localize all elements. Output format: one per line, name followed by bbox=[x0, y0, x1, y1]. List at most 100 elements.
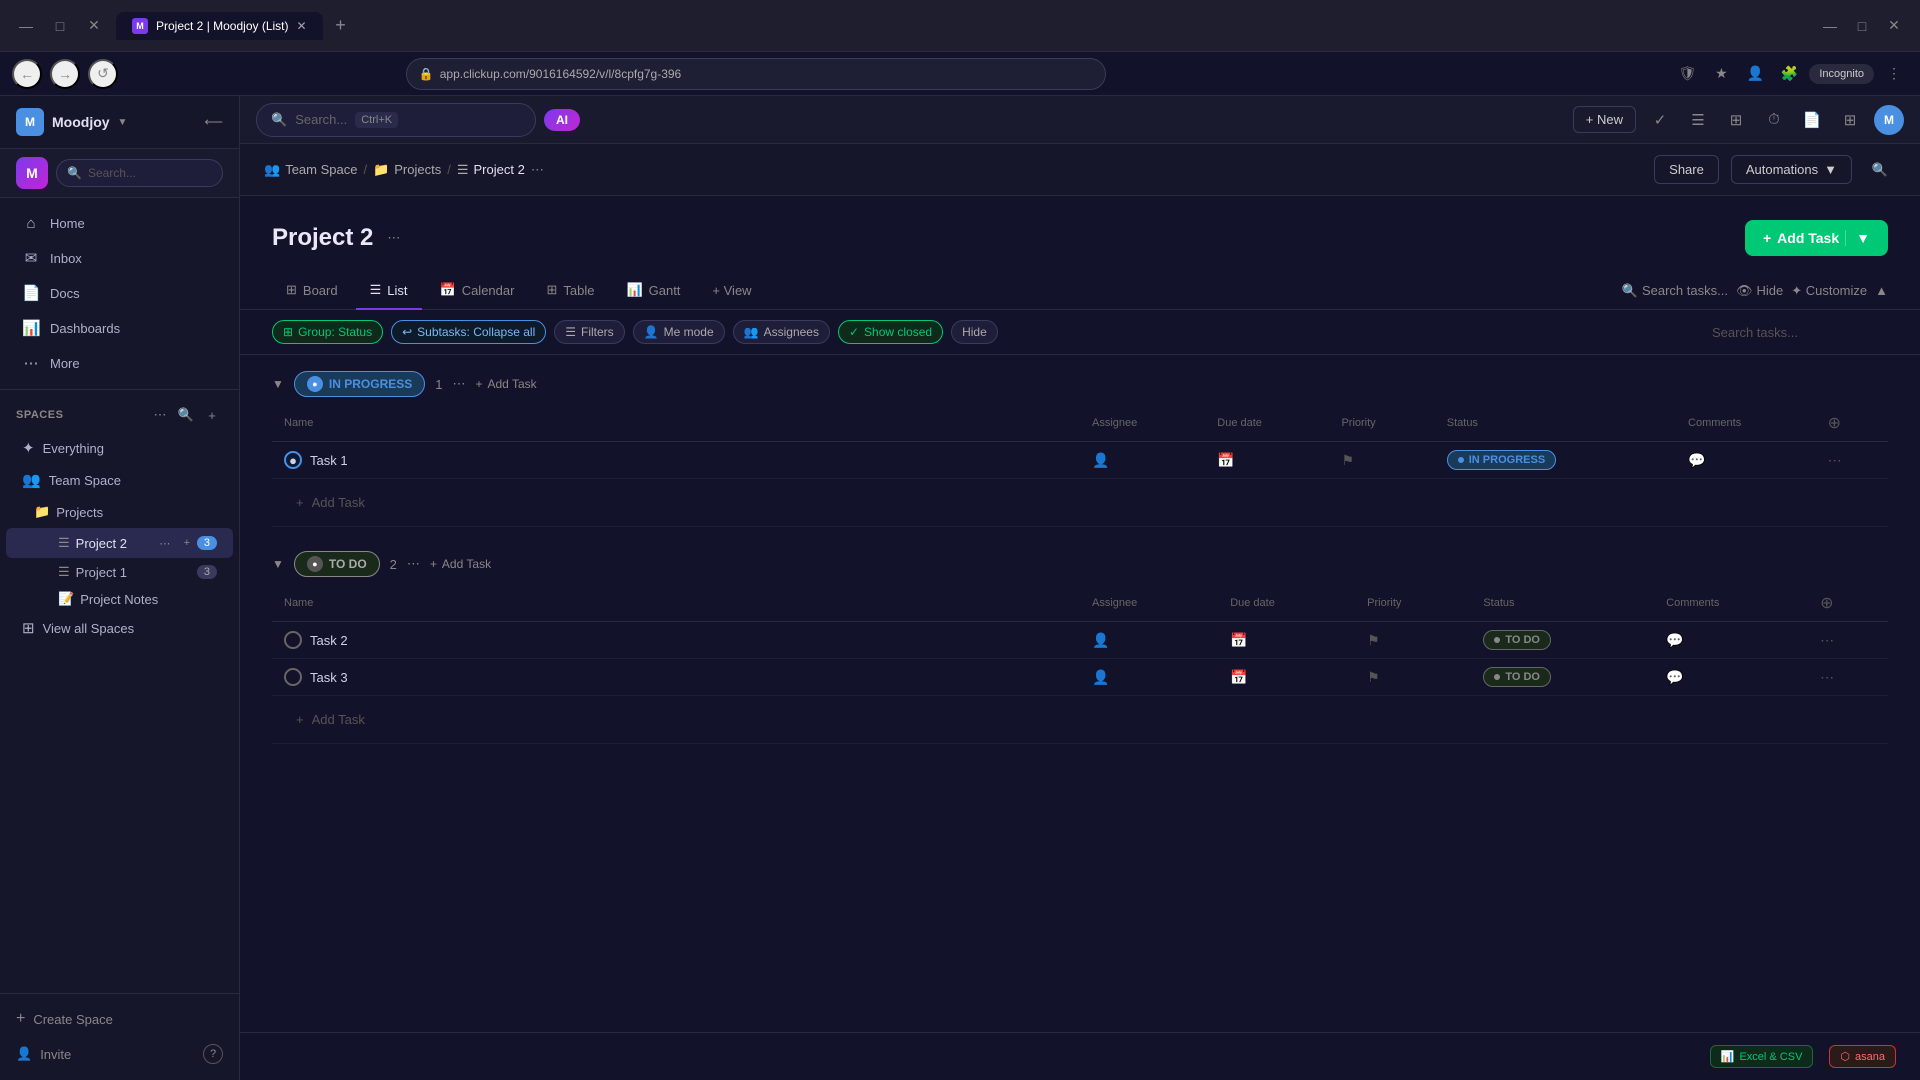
page-menu-button[interactable]: ⋯ bbox=[383, 226, 404, 250]
sidebar-item-inbox[interactable]: ✉ Inbox bbox=[6, 241, 233, 275]
clock-icon[interactable]: ⏱ bbox=[1760, 106, 1788, 134]
sidebar-item-dashboards[interactable]: 📊 Dashboards bbox=[6, 311, 233, 345]
ai-button[interactable]: AI bbox=[544, 109, 580, 131]
me-mode-button[interactable]: 👤 Me mode bbox=[633, 320, 725, 344]
filters-button[interactable]: ☰ Filters bbox=[554, 320, 624, 344]
spaces-add-button[interactable]: + bbox=[201, 404, 223, 426]
menu-icon[interactable]: ⋮ bbox=[1880, 60, 1908, 88]
task2-more-button[interactable]: ⋯ bbox=[1820, 632, 1836, 648]
task2-status-cell[interactable]: TO DO bbox=[1471, 622, 1654, 659]
group-status-filter[interactable]: ⊞ Group: Status bbox=[272, 320, 383, 344]
projects-add-button[interactable]: + bbox=[197, 502, 217, 522]
sidebar-item-home[interactable]: ⌂ Home bbox=[6, 207, 233, 240]
new-button[interactable]: + New bbox=[1573, 106, 1636, 133]
customize-button[interactable]: ✦ Customize bbox=[1791, 283, 1867, 299]
task1-duedate-cell[interactable]: 📅 bbox=[1205, 442, 1329, 479]
grid-icon[interactable]: ⊞ bbox=[1836, 106, 1864, 134]
breadcrumb-project2[interactable]: ☰ Project 2 bbox=[457, 162, 525, 178]
task2-more-cell[interactable]: ⋯ bbox=[1808, 622, 1888, 659]
project2-menu-button[interactable]: ⋯ bbox=[155, 533, 175, 553]
task1-label[interactable]: Task 1 bbox=[310, 453, 348, 468]
add-task-dropdown-button[interactable]: ▼ bbox=[1845, 230, 1870, 246]
task3-priority-icon[interactable]: ⚑ bbox=[1367, 669, 1380, 685]
profile-icon[interactable]: 👤 bbox=[1741, 60, 1769, 88]
search-button[interactable]: 🔍 Search tasks... bbox=[1622, 283, 1728, 299]
tab-gantt[interactable]: 📊 Gantt bbox=[612, 272, 694, 310]
todo-add-task-button[interactable]: + Add Task bbox=[430, 557, 491, 571]
minimize-button[interactable]: — bbox=[12, 12, 40, 40]
create-space-button[interactable]: + Create Space bbox=[0, 1002, 239, 1036]
checkmark-icon[interactable]: ✓ bbox=[1646, 106, 1674, 134]
projects-menu-button[interactable]: ⋯ bbox=[175, 502, 195, 522]
task1-status-badge[interactable]: IN PROGRESS bbox=[1447, 450, 1556, 470]
task1-status-cell[interactable]: IN PROGRESS bbox=[1435, 442, 1676, 479]
sidebar-item-project2[interactable]: ☰ Project 2 ⋯ + 3 bbox=[6, 528, 233, 558]
search-tasks-input[interactable] bbox=[1712, 325, 1888, 340]
task1-assignee-icon[interactable]: 👤 bbox=[1092, 452, 1109, 468]
global-search-bar[interactable]: 🔍 Search... Ctrl+K bbox=[256, 103, 536, 137]
active-tab[interactable]: M Project 2 | Moodjoy (List) ✕ bbox=[116, 12, 323, 40]
tab-list[interactable]: ☰ List bbox=[356, 272, 422, 310]
col-header-add-2[interactable]: ⊕ bbox=[1808, 585, 1888, 622]
tablet-icon[interactable]: ⊞ bbox=[1722, 106, 1750, 134]
task3-status-circle[interactable] bbox=[284, 668, 302, 686]
task3-duedate-icon[interactable]: 📅 bbox=[1230, 669, 1247, 685]
sidebar-item-more[interactable]: ⋯ More bbox=[6, 346, 233, 380]
spaces-search-button[interactable]: 🔍 bbox=[175, 404, 197, 426]
task1-assignee-cell[interactable]: 👤 bbox=[1080, 442, 1205, 479]
share-button[interactable]: Share bbox=[1654, 155, 1719, 184]
task3-duedate-cell[interactable]: 📅 bbox=[1218, 659, 1355, 696]
col-header-add-1[interactable]: ⊕ bbox=[1816, 405, 1888, 442]
subtasks-filter[interactable]: ↩ Subtasks: Collapse all bbox=[391, 320, 546, 344]
task2-assignee-cell[interactable]: 👤 bbox=[1080, 622, 1218, 659]
task3-label[interactable]: Task 3 bbox=[310, 670, 348, 685]
tab-calendar[interactable]: 📅 Calendar bbox=[426, 272, 529, 310]
help-button[interactable]: ? bbox=[203, 1044, 223, 1064]
workspace-selector[interactable]: M Moodjoy ▼ bbox=[16, 108, 127, 136]
todo-badge[interactable]: ● TO DO bbox=[294, 551, 380, 577]
task3-status-badge[interactable]: TO DO bbox=[1483, 667, 1551, 687]
user-avatar[interactable]: M bbox=[1874, 105, 1904, 135]
add-view-button[interactable]: + View bbox=[698, 273, 765, 308]
in-progress-add-task-row-button[interactable]: + Add Task bbox=[284, 487, 1876, 518]
asana-badge[interactable]: ⬡ asana bbox=[1829, 1045, 1896, 1068]
invite-button[interactable]: 👤 Invite ? bbox=[0, 1036, 239, 1072]
sidebar-item-everything[interactable]: ✦ Everything bbox=[6, 433, 233, 463]
file-icon[interactable]: 📄 bbox=[1798, 106, 1826, 134]
in-progress-badge[interactable]: ● IN PROGRESS bbox=[294, 371, 425, 397]
top-bar-search-button[interactable]: 🔍 bbox=[1864, 154, 1896, 186]
incognito-button[interactable]: Incognito bbox=[1809, 64, 1874, 84]
show-closed-button[interactable]: ✓ Show closed bbox=[838, 320, 943, 344]
task1-more-button[interactable]: ⋯ bbox=[1828, 452, 1844, 468]
task1-priority-icon[interactable]: ⚑ bbox=[1341, 452, 1354, 468]
collapse-button[interactable]: ▲ bbox=[1875, 283, 1888, 298]
in-progress-add-task-button[interactable]: + Add Task bbox=[475, 377, 536, 391]
breadcrumb-projects[interactable]: 📁 Projects bbox=[373, 162, 441, 178]
hide-filter-button[interactable]: Hide bbox=[951, 320, 998, 344]
window-minimize[interactable]: — bbox=[1816, 12, 1844, 40]
new-tab-button[interactable]: + bbox=[327, 12, 355, 40]
add-column-icon-2[interactable]: ⊕ bbox=[1820, 595, 1833, 612]
shield-icon[interactable]: 🛡 bbox=[1673, 60, 1701, 88]
global-search[interactable]: 🔍 Search... bbox=[56, 159, 223, 187]
assignees-button[interactable]: 👥 Assignees bbox=[733, 320, 830, 344]
task1-duedate-icon[interactable]: 📅 bbox=[1217, 452, 1234, 468]
extension-icon[interactable]: 🧩 bbox=[1775, 60, 1803, 88]
task2-priority-icon[interactable]: ⚑ bbox=[1367, 632, 1380, 648]
spaces-menu-button[interactable]: ⋯ bbox=[149, 404, 171, 426]
breadcrumb-team-space[interactable]: 👥 Team Space bbox=[264, 162, 357, 178]
task1-comment-icon[interactable]: 💬 bbox=[1688, 452, 1705, 468]
in-progress-group-menu-button[interactable]: ⋯ bbox=[452, 376, 465, 392]
star-icon[interactable]: ★ bbox=[1707, 60, 1735, 88]
automations-button[interactable]: Automations ▼ bbox=[1731, 155, 1852, 184]
add-task-button[interactable]: + Add Task ▼ bbox=[1745, 220, 1888, 256]
task-list-icon[interactable]: ☰ bbox=[1684, 106, 1712, 134]
task3-comment-icon[interactable]: 💬 bbox=[1666, 669, 1683, 685]
excel-csv-badge[interactable]: 📊 Excel & CSV bbox=[1710, 1045, 1814, 1068]
sidebar-item-project-notes[interactable]: 📝 Project Notes bbox=[6, 586, 233, 612]
maximize-button[interactable]: □ bbox=[46, 12, 74, 40]
task2-duedate-cell[interactable]: 📅 bbox=[1218, 622, 1355, 659]
task1-comments-cell[interactable]: 💬 bbox=[1676, 442, 1816, 479]
sidebar-item-view-all-spaces[interactable]: ⊞ View all Spaces bbox=[6, 613, 233, 643]
back-button[interactable]: ← bbox=[12, 59, 42, 89]
